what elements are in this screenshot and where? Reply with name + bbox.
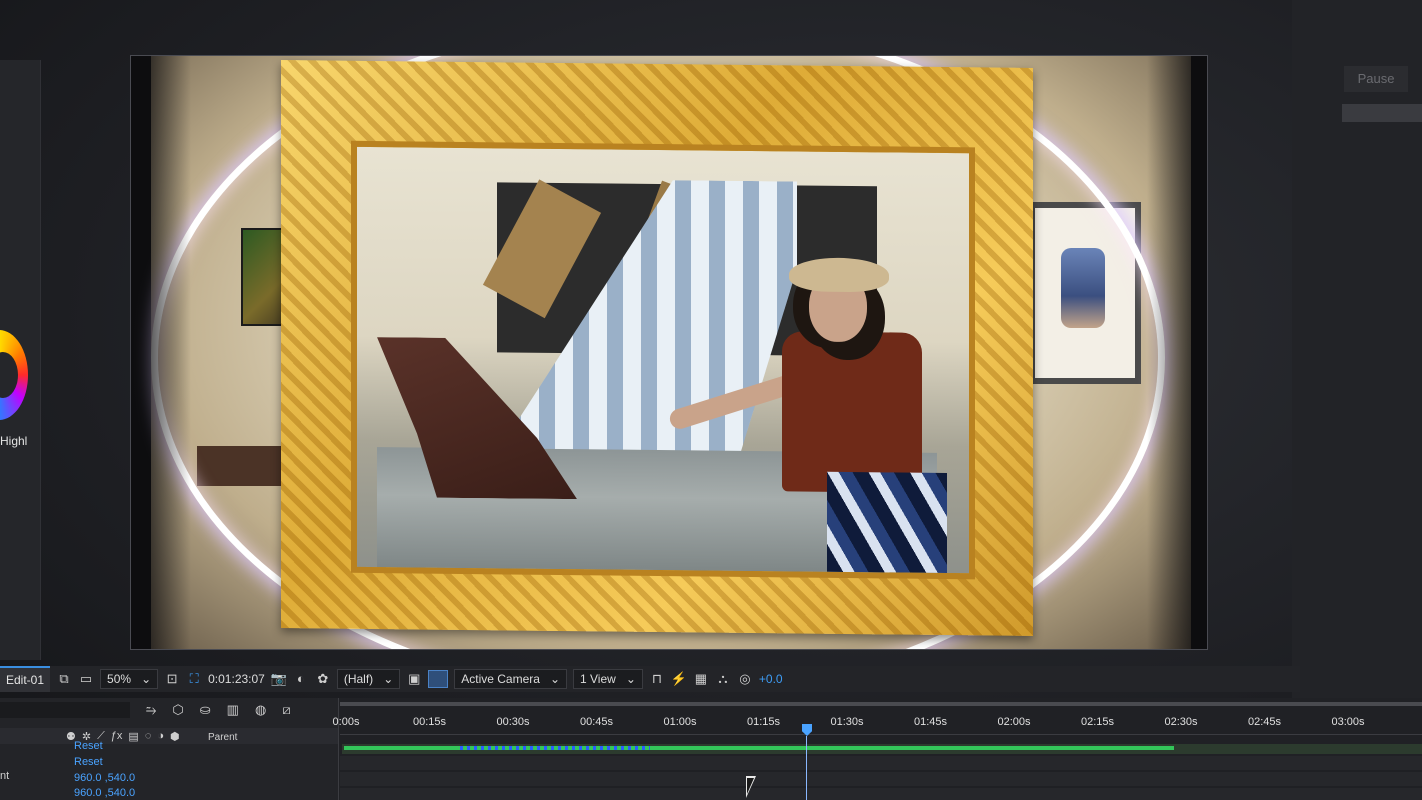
motion-blur-switch-icon[interactable]: ◌ bbox=[145, 730, 152, 743]
work-area-bar[interactable] bbox=[340, 702, 1422, 706]
fx-icon[interactable]: ƒx bbox=[111, 730, 123, 743]
anchor-point-value[interactable]: 960.0 ,540.0 bbox=[74, 772, 135, 784]
resolution-value: (Half) bbox=[343, 672, 374, 686]
timeline-controls: ⥲ ⬡ ⛀ ▥ ◍ ⧄ bbox=[146, 702, 291, 718]
color-channels-icon[interactable]: ✿ bbox=[315, 671, 331, 687]
monitor-icon[interactable]: ▭ bbox=[78, 671, 94, 687]
ruler-tick-label: 03:00s bbox=[1331, 716, 1365, 728]
ruler-tick-label: 01:45s bbox=[913, 716, 948, 728]
ruler-tick-label: 01:00s bbox=[663, 716, 697, 728]
parent-column-label: Parent bbox=[208, 732, 238, 743]
fit-icon[interactable]: ⊡ bbox=[164, 671, 180, 687]
show-snapshot-icon[interactable]: ◐ bbox=[293, 671, 309, 687]
zoom-value: 50% bbox=[107, 672, 132, 686]
reset-link[interactable]: Reset bbox=[74, 756, 103, 768]
always-preview-icon[interactable]: ⧉ bbox=[56, 671, 72, 687]
timeline-panel: ⥲ ⬡ ⛀ ▥ ◍ ⧄ ⚉ ✲ ⟋ ƒx ▤ ◌ ◑ ⬢ Parent Rese… bbox=[0, 698, 1422, 800]
ruler-tick-label: 02:00s bbox=[997, 716, 1031, 728]
draft-3d-icon[interactable]: ⬡ bbox=[172, 702, 183, 718]
framed-scene bbox=[351, 140, 975, 580]
ruler-tick-label: 02:45s bbox=[1247, 716, 1282, 728]
ruler-tick-label: 00:45s bbox=[579, 716, 614, 728]
hide-shy-icon[interactable]: ⛀ bbox=[200, 702, 211, 718]
comp-flowchart-icon[interactable]: ⧄ bbox=[282, 702, 290, 718]
region-of-interest-icon[interactable]: ⛶ bbox=[186, 671, 202, 687]
ruler-tick-label: 01:30s bbox=[830, 716, 864, 728]
layer-panel: ⥲ ⬡ ⛀ ▥ ◍ ⧄ ⚉ ✲ ⟋ ƒx ▤ ◌ ◑ ⬢ Parent Rese… bbox=[0, 698, 339, 800]
transparency-grid-icon[interactable] bbox=[428, 670, 449, 688]
current-time-line bbox=[806, 736, 807, 800]
adjustment-icon[interactable]: ◑ bbox=[157, 730, 164, 743]
gold-picture-frame bbox=[281, 60, 1033, 636]
flowchart-icon[interactable]: ⛬ bbox=[715, 671, 731, 687]
panel-divider bbox=[1342, 104, 1422, 122]
vignette-left bbox=[131, 56, 191, 649]
time-ruler[interactable]: 0:00s 00:15s 00:30s 00:45s 01:00s 01:15s 01:30… bbox=[333, 708, 1422, 735]
person-hat bbox=[789, 257, 889, 293]
graph-editor-icon[interactable]: ⥲ bbox=[146, 702, 156, 718]
layer-search-input[interactable] bbox=[0, 702, 130, 718]
pause-button[interactable]: Pause bbox=[1344, 66, 1408, 92]
ruler-tick-label: 00:30s bbox=[496, 716, 530, 728]
exposure-value[interactable]: +0.0 bbox=[759, 672, 783, 686]
view-layout-select[interactable]: 1 View ⌄ bbox=[573, 669, 643, 689]
viewer-toolbar: Edit-01 ⧉ ▭ 50% ⌄ ⊡ ⛶ 0:01:23:07 📷 ◐ ✿ (… bbox=[0, 666, 1300, 692]
ruler-tick-label: 02:30s bbox=[1164, 716, 1198, 728]
fast-previews-icon[interactable]: ▣ bbox=[406, 671, 422, 687]
person-shirt bbox=[782, 331, 922, 493]
chevron-down-icon: ⌄ bbox=[383, 672, 394, 686]
mouse-cursor-icon bbox=[746, 776, 756, 798]
ruler-tick-label: 02:15s bbox=[1080, 716, 1115, 728]
current-timecode[interactable]: 0:01:23:07 bbox=[208, 672, 265, 686]
composition-viewer[interactable] bbox=[130, 55, 1208, 650]
snapshot-icon[interactable]: 📷 bbox=[271, 671, 287, 687]
highlight-label: Highl bbox=[0, 434, 28, 448]
chevron-down-icon: ⌄ bbox=[625, 672, 636, 686]
exposure-reset-icon[interactable]: ◎ bbox=[737, 671, 753, 687]
person-skirt bbox=[827, 471, 947, 574]
keyframe-markers[interactable] bbox=[460, 746, 650, 750]
chevron-down-icon: ⌄ bbox=[141, 672, 152, 686]
timeline-tracks bbox=[340, 756, 1422, 800]
ruler-tick-label: 00:15s bbox=[412, 716, 447, 728]
frame-blend-icon[interactable]: ▤ bbox=[128, 730, 138, 743]
camera-select[interactable]: Active Camera ⌄ bbox=[454, 669, 568, 689]
camera-value: Active Camera bbox=[461, 672, 540, 686]
resolution-select[interactable]: (Half) ⌄ bbox=[336, 669, 401, 689]
composition-tab[interactable]: Edit-01 bbox=[0, 666, 51, 692]
zoom-select[interactable]: 50% ⌄ bbox=[100, 669, 159, 689]
toggle-pixel-aspect-icon[interactable]: ⊓ bbox=[649, 671, 665, 687]
frame-blending-icon[interactable]: ▥ bbox=[227, 702, 239, 718]
motion-blur-icon[interactable]: ◍ bbox=[255, 702, 266, 718]
view-layout-value: 1 View bbox=[580, 672, 616, 686]
ruler-tick-label: 01:15s bbox=[746, 716, 781, 728]
chevron-down-icon: ⌄ bbox=[549, 672, 561, 686]
3d-layer-icon[interactable]: ⬢ bbox=[170, 730, 180, 743]
timeline-icon[interactable]: ▦ bbox=[693, 671, 709, 687]
reset-link[interactable]: Reset bbox=[74, 740, 103, 752]
vignette-right bbox=[1147, 56, 1207, 649]
position-value[interactable]: 960.0 ,540.0 bbox=[74, 787, 135, 799]
right-panel: Pause bbox=[1292, 0, 1422, 700]
render-icon[interactable]: ⚡ bbox=[671, 671, 687, 687]
ruler-tick-label: 0:00s bbox=[332, 716, 360, 728]
property-label: nt bbox=[0, 770, 10, 782]
